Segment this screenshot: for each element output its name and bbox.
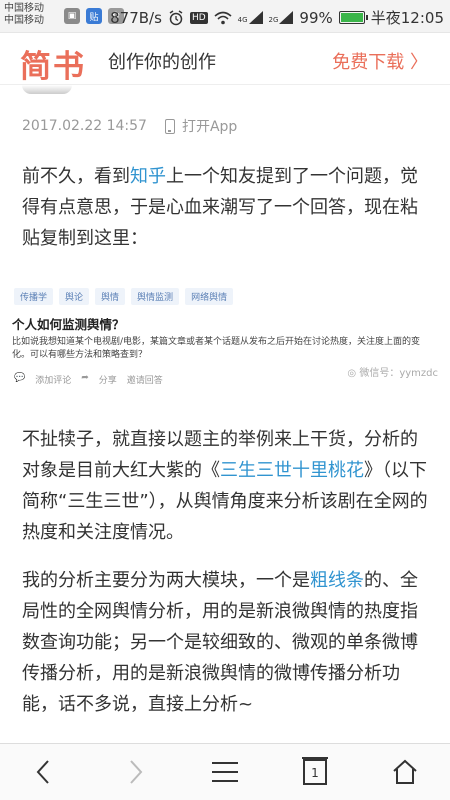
clock: 半夜12:05 (370, 9, 444, 27)
watermark-text: 微信号：yymzdc (359, 368, 438, 379)
back-button[interactable] (26, 754, 62, 790)
comment-icon: 💬 (14, 373, 26, 383)
chevron-left-icon (36, 760, 49, 784)
topic-tags: 传播学 舆论 舆情 舆情监测 网络舆情 (14, 288, 234, 305)
question-description: 比如说我想知道某个电视剧/电影，某篇文章或者某个话题从发布之后开始在讨论热度，关… (12, 337, 421, 360)
open-app-link[interactable]: 打开App (182, 116, 237, 136)
question-actions: 💬 添加评论 ➦ 分享 邀请回答 (14, 373, 163, 386)
carrier-info: 中国移动 中国移动 (4, 3, 44, 27)
paragraph-intro: 前不久，看到知乎上一个知友提到了一个问题，觉得有点意思，于是心血来潮写了一个回答… (22, 161, 428, 254)
tabs-button[interactable]: 1 (297, 754, 333, 790)
download-button[interactable]: 免费下载 〉 (332, 48, 428, 74)
add-comment-action: 添加评论 (35, 376, 72, 386)
image-notification-icon: ▣ (64, 8, 80, 24)
browser-bottom-nav: 1 (0, 743, 450, 800)
header-tagline: 创作你的创作 (108, 52, 216, 73)
jianshu-logo[interactable]: 简书 (20, 41, 86, 86)
topic-tag: 舆情 (95, 288, 126, 305)
home-icon (393, 759, 417, 784)
home-button[interactable] (387, 754, 423, 790)
status-right: 877B/s HD 4G 2G 99% 半夜12:05 (110, 7, 444, 28)
battery-percent: 99% (299, 8, 333, 27)
battery-icon (338, 11, 368, 24)
wechat-watermark: ◎ 微信号：yymzdc (347, 364, 438, 379)
battery-fill (340, 13, 363, 22)
carrier-1: 中国移动 (4, 3, 44, 14)
coarse-line-link[interactable]: 粗线条 (310, 570, 364, 591)
hd-icon: HD (189, 11, 208, 24)
chevron-right-icon (130, 760, 143, 784)
publish-date: 2017.02.22 14:57 (22, 118, 147, 134)
network-speed: 877B/s (110, 8, 162, 27)
author-avatar[interactable] (22, 85, 72, 94)
p3-text-before: 我的分析主要分为两大模块，一个是 (22, 570, 310, 591)
topic-tag: 舆情监测 (131, 288, 180, 305)
status-bar: 中国移动 中国移动 ▣ 贴 ✿ 877B/s HD 4G 2G 99% 半夜12… (0, 0, 450, 33)
forward-button[interactable] (117, 754, 153, 790)
drama-link[interactable]: 三生三世十里桃花 (220, 460, 364, 481)
signal-2g-icon: 2G (269, 11, 294, 24)
carrier-2: 中国移动 (4, 15, 44, 26)
tab-count: 1 (311, 766, 319, 780)
topic-tag: 传播学 (14, 288, 54, 305)
share-icon: ➦ (81, 373, 89, 383)
alarm-icon (169, 9, 183, 25)
menu-icon (212, 762, 238, 782)
question-title: 个人如何监测舆情？ (12, 317, 125, 332)
p3-text-after: 的、全局性的全网舆情分析，用的是新浪微舆情的热度指数查询功能；另一个是较细致的、… (22, 570, 418, 715)
topic-tag: 网络舆情 (185, 288, 234, 305)
menu-button[interactable] (207, 754, 243, 790)
app-header: 简书 创作你的创作 免费下载 〉 (0, 33, 450, 85)
paragraph-method: 我的分析主要分为两大模块，一个是粗线条的、全局性的全网舆情分析，用的是新浪微舆情… (22, 565, 428, 720)
article-meta: 2017.02.22 14:57 打开App (22, 116, 237, 136)
topic-tag: 舆论 (59, 288, 90, 305)
network-4g-label: 4G (237, 16, 248, 24)
phone-icon (164, 118, 175, 134)
embedded-question-image: 传播学 舆论 舆情 舆情监测 网络舆情 个人如何监测舆情？ 比如说我想知道某个电… (6, 280, 444, 390)
tieba-icon: 贴 (86, 8, 102, 24)
wechat-icon: ◎ (347, 368, 357, 379)
wifi-icon (214, 11, 232, 24)
invite-action: 邀请回答 (126, 376, 163, 386)
p1-text-before: 前不久，看到 (22, 166, 130, 187)
share-action: 分享 (98, 376, 117, 386)
paragraph-topic: 不扯犊子，就直接以题主的举例来上干货，分析的对象是目前大红大紫的《三生三世十里桃… (22, 424, 428, 548)
zhihu-link[interactable]: 知乎 (130, 166, 166, 187)
network-2g-label: 2G (268, 16, 279, 24)
signal-4g-icon: 4G (238, 11, 263, 24)
